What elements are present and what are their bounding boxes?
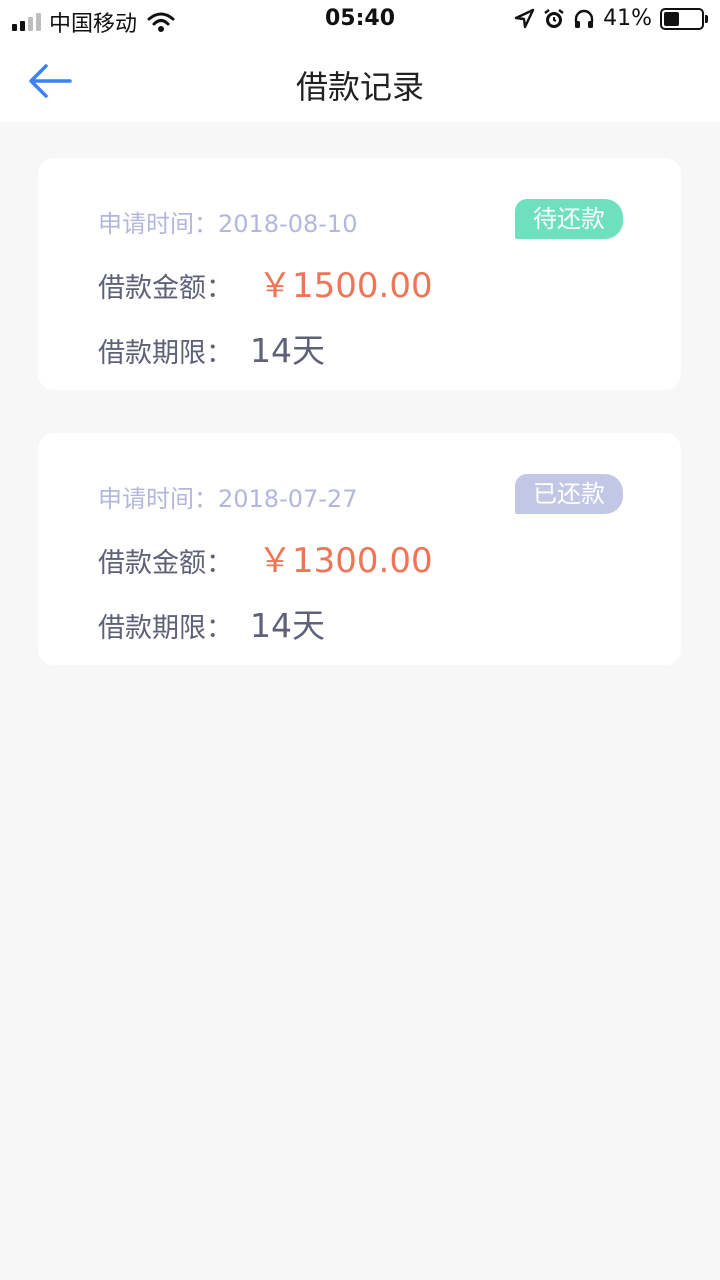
loan-amount: ￥1300.00	[258, 541, 433, 581]
battery-icon	[660, 7, 704, 30]
nav-bar: 借款记录	[0, 40, 720, 122]
term-row: 借款期限： 14天	[98, 324, 325, 372]
page-title: 借款记录	[295, 68, 424, 106]
term-label: 借款期限：	[98, 338, 233, 369]
amount-row: 借款金额： ￥1500.00	[98, 258, 433, 307]
amount-row: 借款金额： ￥1300.00	[98, 533, 433, 582]
application-date: 申请时间：2018-08-10	[98, 210, 358, 238]
amount-label: 借款金额：	[98, 273, 233, 304]
battery-fill	[664, 11, 679, 26]
loan-record-card[interactable]: 申请时间：2018-08-10 待还款 借款金额： ￥1500.00 借款期限：…	[38, 158, 681, 390]
application-date: 申请时间：2018-07-27	[98, 485, 358, 513]
battery-percent: 41%	[603, 6, 652, 31]
status-right: 41%	[513, 6, 708, 31]
amount-label: 借款金额：	[98, 548, 233, 579]
location-icon	[514, 8, 535, 28]
status-badge: 已还款	[515, 474, 623, 514]
headphones-icon	[574, 9, 594, 28]
status-bar: 中国移动 05:40 41%	[0, 0, 720, 40]
term-row: 借款期限： 14天	[98, 599, 325, 647]
loan-amount: ￥1500.00	[258, 266, 433, 306]
battery-tip	[705, 14, 708, 23]
loan-term: 14天	[250, 331, 325, 370]
status-badge: 待还款	[515, 199, 623, 239]
term-label: 借款期限：	[98, 613, 233, 644]
loan-record-card[interactable]: 申请时间：2018-07-27 已还款 借款金额： ￥1300.00 借款期限：…	[38, 433, 681, 665]
loan-term: 14天	[250, 606, 325, 645]
alarm-icon	[544, 8, 564, 28]
